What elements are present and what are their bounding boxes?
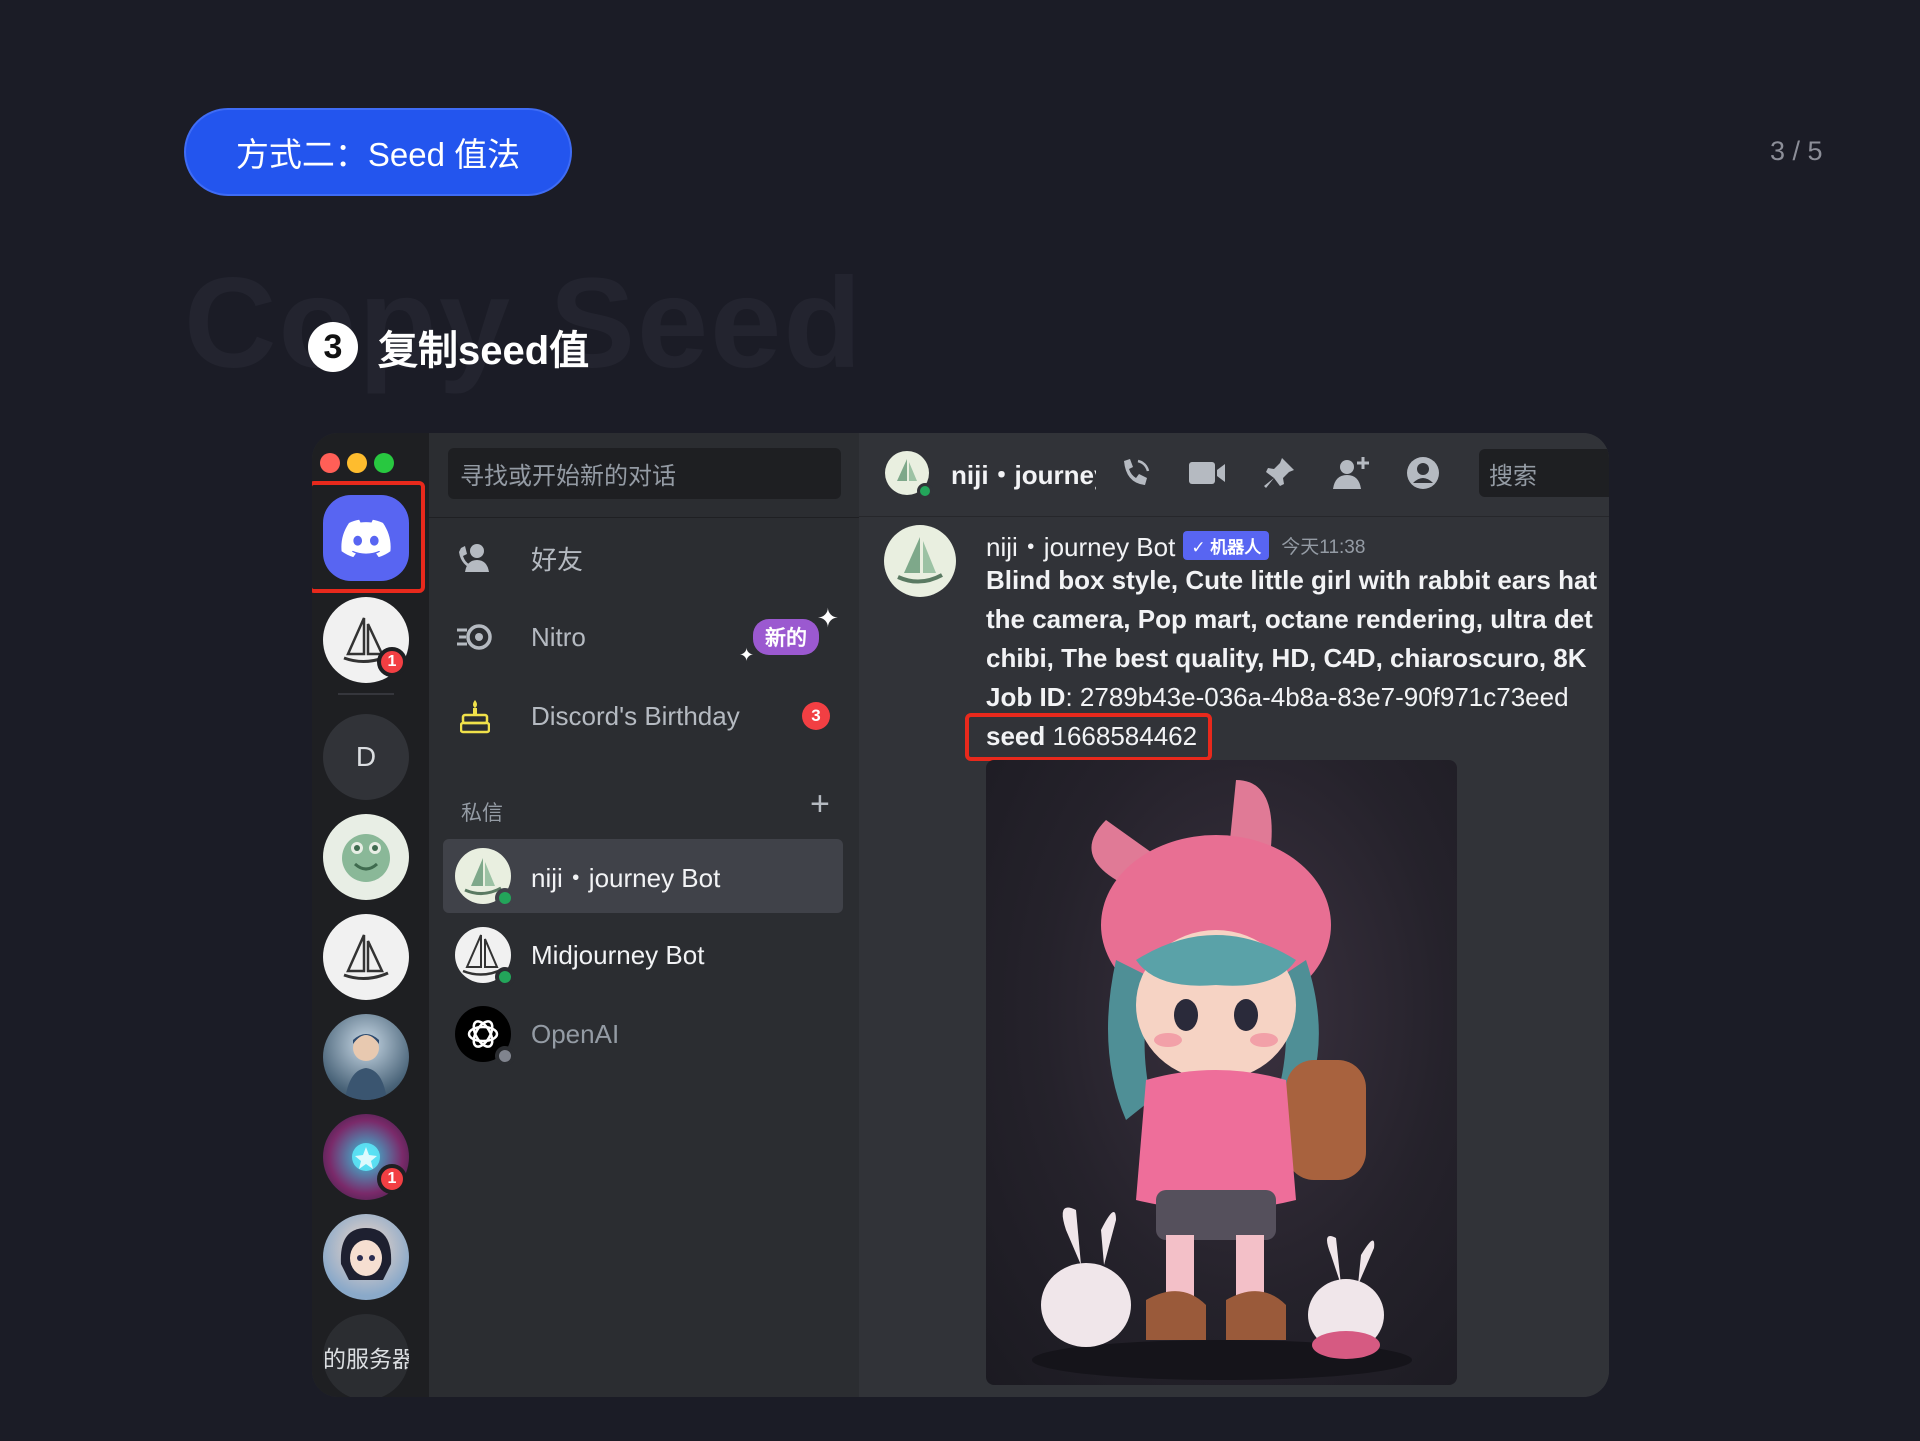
- home-highlight-box: [312, 481, 425, 593]
- prompt-line-3: chibi, The best quality, HD, C4D, chiaro…: [986, 643, 1587, 673]
- add-friend-icon[interactable]: [1329, 451, 1373, 495]
- nav-birthday[interactable]: Discord's Birthday 3: [449, 686, 849, 746]
- user-profile-icon[interactable]: [1401, 451, 1445, 495]
- online-status-dot: [495, 888, 515, 908]
- prompt-line-2: the camera, Pop mart, octane rendering, …: [986, 604, 1593, 634]
- maximize-window-dot[interactable]: [374, 453, 394, 473]
- pin-icon[interactable]: [1257, 451, 1301, 495]
- chat-search-input[interactable]: 搜索: [1479, 449, 1609, 497]
- job-id-line: Job ID: 2789b43e-036a-4b8a-83e7-90f971c7…: [986, 682, 1569, 713]
- dm-item-niji-journey[interactable]: niji・journey Bot: [443, 839, 843, 913]
- birthday-count-badge: 3: [802, 702, 830, 730]
- dm-name: niji・journey Bot: [531, 862, 721, 893]
- niji-avatar: [455, 848, 515, 908]
- job-id-value: : 2789b43e-036a-4b8a-83e7-90f971c73eed: [1065, 682, 1569, 712]
- nitro-new-badge: 新的: [753, 619, 819, 655]
- openai-avatar: [455, 1006, 515, 1066]
- dm-section-header: 私信: [461, 802, 503, 825]
- rail-divider: [338, 693, 394, 695]
- d-server-letter: D: [355, 741, 377, 772]
- message-author-avatar[interactable]: [884, 525, 956, 597]
- step-number: 3: [308, 322, 358, 372]
- dm-item-openai[interactable]: OpenAI: [443, 997, 843, 1071]
- step-label: 复制seed值: [378, 329, 590, 373]
- minimize-window-dot[interactable]: [347, 453, 367, 473]
- close-window-dot[interactable]: [320, 453, 340, 473]
- step-heading: 3 复制seed值: [308, 318, 589, 376]
- prompt-line-1: Blind box style, Cute little girl with r…: [986, 565, 1598, 595]
- warrior-server-icon[interactable]: [323, 1014, 409, 1100]
- video-icon[interactable]: [1185, 451, 1229, 495]
- generated-image[interactable]: [986, 760, 1457, 1385]
- online-status-dot: [917, 483, 933, 499]
- nav-nitro-label: Nitro: [531, 621, 586, 652]
- dm-name: OpenAI: [531, 1018, 620, 1049]
- bot-tag: ✓ 机器人: [1183, 531, 1270, 560]
- message-author-name[interactable]: niji・journey Bot: [986, 527, 1175, 564]
- d-server-icon[interactable]: D: [323, 714, 409, 800]
- chat-area: niji・journey 搜索 niji・journey Bot ✓ 机器人 今…: [859, 433, 1609, 1397]
- midjourney-notification-badge: 1: [377, 647, 407, 677]
- channel-avatar: [885, 451, 933, 499]
- more-servers-icon[interactable]: 的服务器: [323, 1314, 409, 1397]
- message-header: niji・journey Bot ✓ 机器人 今天11:38: [986, 527, 1365, 564]
- nav-nitro[interactable]: Nitro 新的 ✦ ✦: [449, 603, 849, 667]
- call-icon[interactable]: [1114, 451, 1158, 495]
- frog-server-icon[interactable]: [323, 814, 409, 900]
- message-timestamp: 今天11:38: [1281, 537, 1366, 558]
- sparkle-small-icon: ✦: [739, 645, 755, 665]
- online-status-dot: [495, 967, 515, 987]
- nav-birthday-label: Discord's Birthday: [531, 700, 740, 731]
- sparkle-icon: ✦: [817, 603, 839, 633]
- offline-status-dot: [495, 1046, 515, 1066]
- discord-window: 1 D 1 的服务器 寻找或开始新的对话 好友 Nitro 新的 ✦ ✦ Dis…: [312, 433, 1609, 1397]
- chat-header: niji・journey 搜索: [859, 433, 1609, 517]
- friends-icon: [449, 536, 501, 580]
- nav-friends[interactable]: 好友: [449, 528, 849, 588]
- method-pill: 方式二：Seed 值法: [184, 108, 572, 196]
- seed-highlight-box: [965, 713, 1212, 761]
- more-servers-label: 的服务器: [323, 1346, 409, 1372]
- midjourney-avatar: [455, 927, 515, 987]
- dm-item-midjourney[interactable]: Midjourney Bot: [443, 918, 843, 992]
- anime-girl-server-icon[interactable]: [323, 1214, 409, 1300]
- dm-search-input[interactable]: 寻找或开始新的对话: [448, 448, 841, 499]
- dm-name: Midjourney Bot: [531, 939, 705, 970]
- job-id-label: Job ID: [986, 682, 1066, 712]
- sailboat-server-icon[interactable]: [323, 914, 409, 1000]
- dm-sidebar: 寻找或开始新的对话 好友 Nitro 新的 ✦ ✦ Discord's Birt…: [429, 433, 859, 1397]
- add-dm-button[interactable]: +: [810, 785, 830, 824]
- dm-header-divider: [429, 517, 859, 518]
- channel-name: niji・journey: [951, 460, 1096, 490]
- cake-icon: [449, 694, 501, 738]
- nav-friends-label: 好友: [531, 544, 584, 575]
- robot-art-notification-badge: 1: [377, 1164, 407, 1194]
- server-rail: 1 D 1 的服务器: [312, 433, 429, 1397]
- nitro-icon: [449, 615, 501, 659]
- page-indicator: 3 / 5: [1770, 136, 1823, 166]
